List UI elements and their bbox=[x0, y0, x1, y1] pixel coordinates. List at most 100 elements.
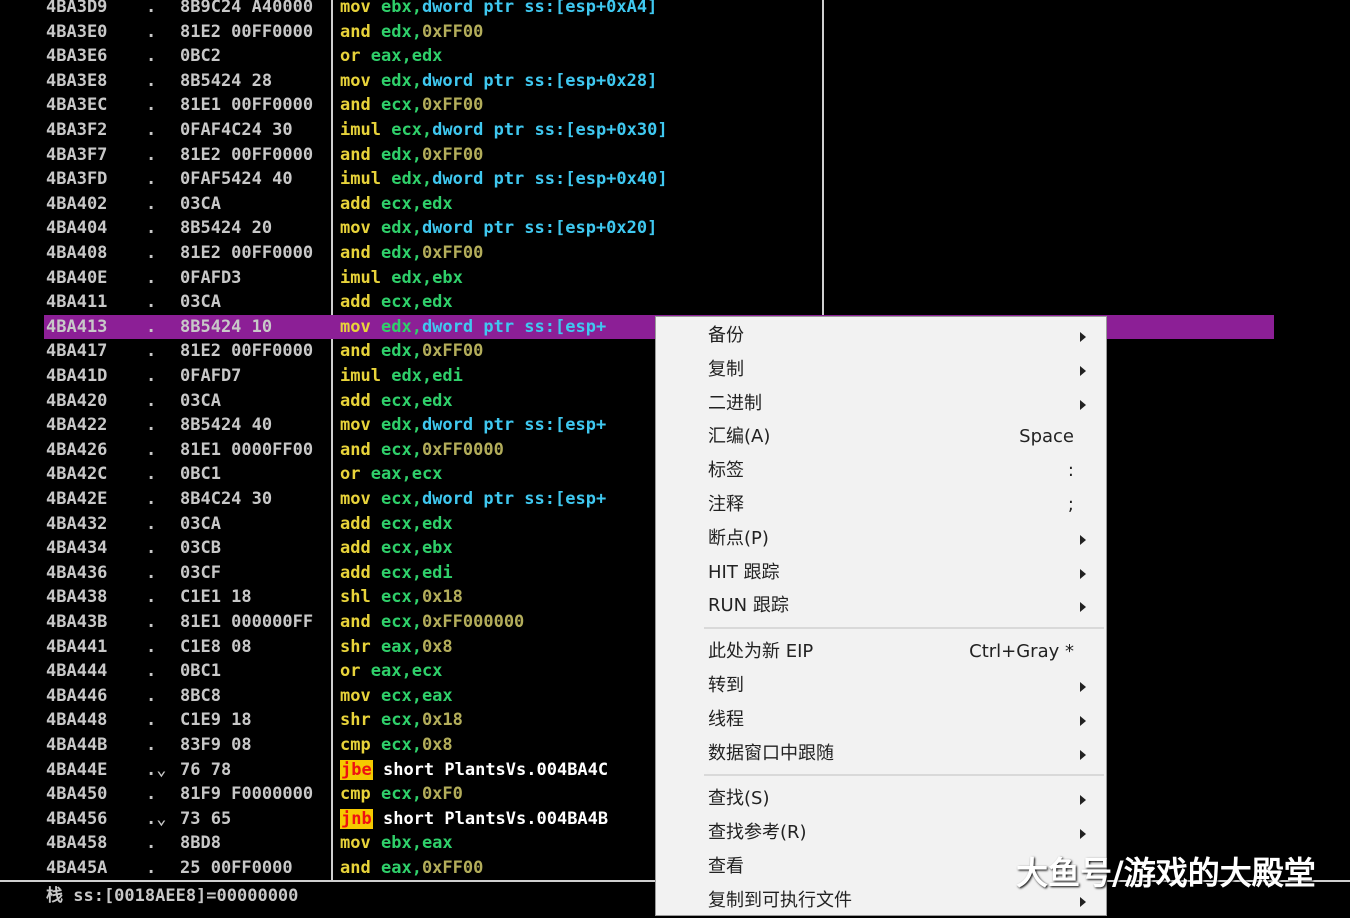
instruction-token bbox=[371, 612, 381, 632]
menu-item[interactable]: HIT 跟踪 bbox=[656, 556, 1106, 590]
menu-item[interactable]: 标签: bbox=[656, 454, 1106, 488]
menu-item[interactable]: 数据窗口中跟随 bbox=[656, 737, 1106, 771]
menu-item[interactable]: 查找参考(R) bbox=[656, 816, 1106, 850]
instruction-token bbox=[373, 809, 383, 829]
instruction-token bbox=[371, 218, 381, 238]
menu-item[interactable]: 复制 bbox=[656, 353, 1106, 387]
menu-item[interactable]: 转到 bbox=[656, 669, 1106, 703]
disasm-row[interactable]: 4BA3E0. 81E2 00FF0000 and edx,0xFF00 bbox=[0, 20, 1350, 45]
instruction-token: eax bbox=[421, 685, 453, 706]
instruction-token bbox=[360, 464, 370, 484]
instruction-token: edx bbox=[380, 341, 412, 362]
hex-dump-cell: 03CA bbox=[180, 193, 221, 214]
disasm-row[interactable]: 4BA3E6. 0BC2 or eax,edx bbox=[0, 44, 1350, 69]
instruction-token: ecx bbox=[380, 562, 412, 583]
marker-cell: .⌄ bbox=[146, 808, 167, 829]
disasm-row[interactable]: 4BA3D9. 8B9C24 A40000 mov ebx,dword ptr ss… bbox=[0, 0, 1350, 20]
marker-cell: . bbox=[146, 169, 157, 190]
menu-item-label: 转到 bbox=[708, 675, 744, 696]
instruction-token: , bbox=[411, 858, 422, 878]
hex-dump-cell: 81E2 00FF0000 bbox=[180, 243, 314, 263]
marker-cell: . bbox=[146, 464, 157, 485]
instruction-token: , bbox=[411, 316, 422, 337]
hex-dump-cell: 0BC1 bbox=[180, 464, 221, 485]
submenu-arrow-icon bbox=[1080, 602, 1086, 613]
disasm-row[interactable]: 4BA3EC. 81E1 00FF0000 and ecx,0xFF00 bbox=[0, 93, 1350, 118]
submenu-arrow-icon bbox=[1080, 568, 1086, 579]
submenu-arrow-icon bbox=[1080, 896, 1086, 907]
instruction-token bbox=[371, 95, 381, 115]
menu-item-label: RUN 跟踪 bbox=[708, 595, 789, 617]
address-cell: 4BA3D9 bbox=[46, 0, 108, 17]
instruction-token: 0xFF00 bbox=[421, 341, 484, 362]
submenu-arrow-icon bbox=[1080, 399, 1086, 410]
marker-cell: . bbox=[146, 120, 157, 140]
disasm-row[interactable]: 4BA408. 81E2 00FF0000 and edx,0xFF00 bbox=[0, 241, 1350, 266]
menu-item[interactable]: 此处为新 EIP Ctrl+Gray * bbox=[656, 635, 1106, 669]
hex-dump-cell: 0FAF5424 40 bbox=[180, 169, 293, 190]
menu-item[interactable]: 汇编(A) Space bbox=[656, 420, 1106, 454]
marker-cell: . bbox=[146, 784, 157, 805]
instruction-token bbox=[371, 415, 381, 435]
address-cell: 4BA438 bbox=[46, 587, 108, 608]
disasm-row[interactable]: 4BA411. 03CA add ecx,edx bbox=[0, 290, 1350, 315]
marker-cell: . bbox=[146, 95, 157, 116]
status-text: 栈 ss:[0018AEE8]=00000000 bbox=[46, 886, 299, 906]
disasm-row[interactable]: 4BA404. 8B5424 20 mov edx,dword ptr ss:[es… bbox=[0, 216, 1350, 241]
marker-cell: . bbox=[146, 366, 157, 386]
menu-item-label: 此处为新 EIP bbox=[708, 641, 814, 663]
instruction-token: , bbox=[411, 784, 422, 805]
hex-dump-cell: 8B5424 20 bbox=[180, 218, 273, 239]
menu-item[interactable]: 断点(P) bbox=[656, 522, 1106, 556]
instruction-token: , bbox=[411, 95, 422, 116]
disasm-row[interactable]: 4BA3F7. 81E2 00FF0000 and edx,0xFF00 bbox=[0, 143, 1350, 168]
marker-cell: . bbox=[146, 341, 157, 362]
menu-item[interactable]: RUN 跟踪 bbox=[656, 589, 1106, 623]
instruction-token: edx bbox=[411, 46, 443, 67]
address-cell: 4BA44B bbox=[46, 735, 108, 755]
instruction-cell: and edx,0xFF00 bbox=[340, 143, 1340, 168]
instruction-token: and bbox=[340, 95, 371, 116]
instruction-token: dword ptr bbox=[421, 70, 525, 91]
menu-item[interactable]: 线程 bbox=[656, 703, 1106, 737]
instruction-cell: and edx,0xFF00 bbox=[340, 20, 1340, 45]
hex-dump-cell: 0FAFD3 bbox=[180, 267, 242, 288]
instruction-token: edx bbox=[380, 144, 412, 165]
menu-item[interactable]: 注释; bbox=[656, 488, 1106, 522]
disasm-row[interactable]: 4BA40E. 0FAFD3 imul edx,ebx bbox=[0, 266, 1350, 291]
instruction-token: , bbox=[411, 735, 422, 755]
hex-dump-cell: 76 78 bbox=[180, 759, 232, 780]
instruction-token bbox=[371, 292, 381, 312]
menu-item-label: 备份 bbox=[708, 325, 744, 346]
hex-dump-cell: 25 00FF0000 bbox=[180, 858, 293, 878]
address-cell: 4BA446 bbox=[46, 685, 108, 706]
disasm-row[interactable]: 4BA3F2. 0FAF4C24 30 imul ecx,dword ptr ss:… bbox=[0, 118, 1350, 143]
disasm-row[interactable]: 4BA3E8. 8B5424 28 mov edx,dword ptr ss:[es… bbox=[0, 69, 1350, 94]
disasm-row[interactable]: 4BA402. 03CA add ecx,edx bbox=[0, 192, 1350, 217]
menu-item-label: 注释 bbox=[708, 494, 744, 515]
hex-dump-cell: 8B5424 28 bbox=[180, 70, 273, 91]
menu-item[interactable]: 备份 bbox=[656, 319, 1106, 353]
instruction-token: , bbox=[411, 439, 422, 460]
instruction-token: ecx bbox=[380, 292, 412, 313]
hex-dump-cell: 03CA bbox=[180, 513, 221, 534]
instruction-token: edx bbox=[421, 390, 453, 411]
menu-item-label: 线程 bbox=[708, 708, 744, 730]
instruction-token: shl bbox=[340, 587, 371, 608]
hex-dump-cell: 81E1 000000FF bbox=[180, 612, 314, 632]
instruction-token: , bbox=[411, 193, 422, 214]
instruction-token: 0xFF00 bbox=[421, 21, 484, 42]
disasm-row[interactable]: 4BA3FD. 0FAF5424 40 imul edx,dword ptr ss:… bbox=[0, 167, 1350, 192]
menu-item-label: 断点(P) bbox=[708, 527, 769, 549]
menu-item[interactable]: 二进制 bbox=[656, 387, 1106, 421]
submenu-arrow-icon bbox=[1080, 682, 1086, 692]
instruction-token: mov bbox=[340, 0, 371, 17]
instruction-token: edx bbox=[380, 218, 412, 239]
marker-cell: . bbox=[146, 710, 157, 731]
menu-item[interactable]: 查找(S) bbox=[656, 782, 1106, 816]
address-cell: 4BA3F2 bbox=[46, 120, 108, 140]
instruction-token: 0x18 bbox=[421, 710, 463, 731]
marker-cell: . bbox=[146, 46, 157, 67]
instruction-token: short PlantsVs.004BA4B bbox=[382, 808, 609, 829]
instruction-token: imul bbox=[340, 169, 381, 190]
